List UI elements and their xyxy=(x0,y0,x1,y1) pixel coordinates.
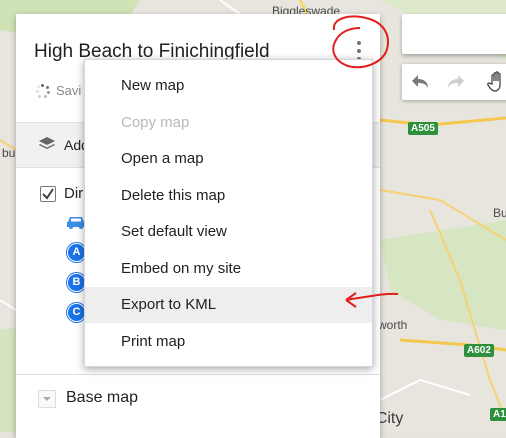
road-badge-a602: A602 xyxy=(464,344,494,357)
layers-icon xyxy=(39,137,55,149)
redo-icon xyxy=(448,75,464,88)
hand-icon xyxy=(487,71,501,92)
loading-spinner-icon xyxy=(36,83,50,98)
map-toolbar xyxy=(402,64,506,100)
saving-label: Savi xyxy=(56,83,82,98)
check-icon xyxy=(42,188,54,200)
map-label-worth: worth xyxy=(378,318,408,332)
search-input[interactable] xyxy=(402,14,506,54)
undo-button[interactable] xyxy=(402,64,438,100)
base-map-row[interactable]: Base map xyxy=(16,374,380,425)
menu-item-copy-map: Copy map xyxy=(121,113,190,131)
map-label-bu: Bu xyxy=(493,206,506,220)
menu-item-open-a-map[interactable]: Open a map xyxy=(85,141,372,177)
menu-item-new-map[interactable]: New map xyxy=(85,68,372,104)
menu-item-print-map[interactable]: Print map xyxy=(85,324,372,360)
undo-icon xyxy=(412,75,428,88)
chevron-down-icon[interactable] xyxy=(38,390,56,408)
map-label-bu-left: bu xyxy=(2,146,16,160)
road-badge-a505: A505 xyxy=(408,122,438,135)
menu-item-embed-on-my-site[interactable]: Embed on my site xyxy=(85,251,372,287)
menu-item-delete-this-map[interactable]: Delete this map xyxy=(85,178,372,214)
menu-item-set-default-view[interactable]: Set default view xyxy=(85,214,372,250)
redo-button[interactable] xyxy=(438,64,474,100)
pan-button[interactable] xyxy=(480,64,506,100)
saving-status: Savi xyxy=(36,83,81,98)
layer-checkbox[interactable] xyxy=(40,186,56,202)
road-badge-a1: A1 xyxy=(490,408,506,421)
directions-layer-label: Dir xyxy=(64,185,84,202)
map-options-menu: New map Copy map Open a map Delete this map… xyxy=(84,59,373,367)
more-vert-icon xyxy=(357,41,361,45)
base-map-label: Base map xyxy=(66,389,139,406)
menu-item-export-to-kml[interactable]: Export to KML xyxy=(85,287,372,323)
